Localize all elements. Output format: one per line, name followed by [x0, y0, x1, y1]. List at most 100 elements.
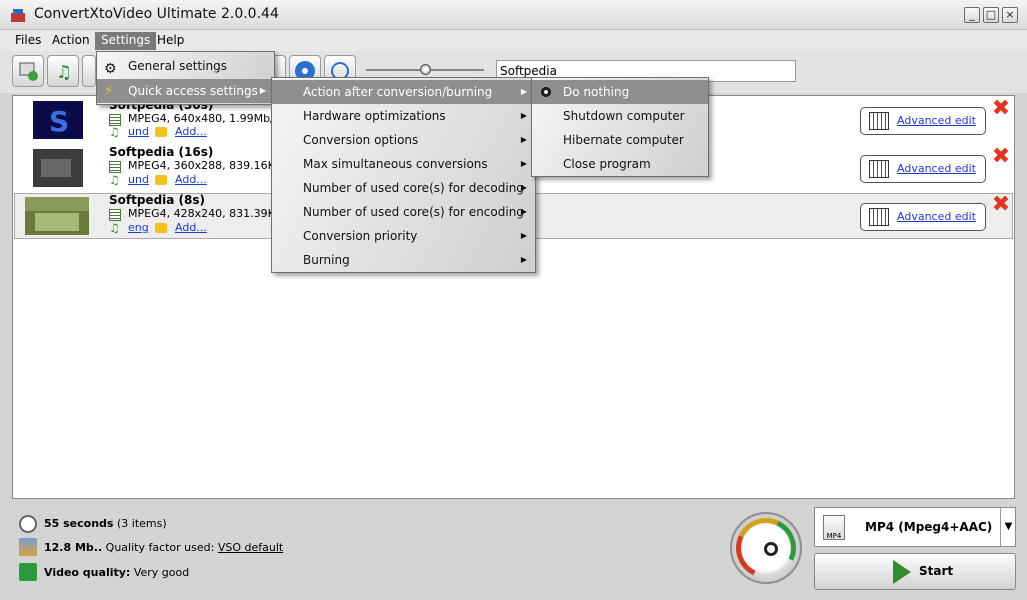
add-subtitle-link[interactable]: Add...: [175, 173, 207, 186]
delete-icon[interactable]: ✖: [990, 194, 1012, 217]
settings-menu: ⚙ General settings ⚡ Quick access settin…: [96, 51, 275, 105]
add-video-icon: [19, 62, 38, 81]
delete-icon[interactable]: ✖: [990, 98, 1012, 121]
quality-factor-link[interactable]: VSO default: [218, 541, 283, 554]
advanced-edit-button[interactable]: Advanced edit: [860, 155, 986, 183]
delete-icon[interactable]: ✖: [990, 146, 1012, 169]
total-duration: 55 seconds: [44, 517, 114, 530]
video-thumbnail: [33, 149, 83, 187]
audio-stream-icon: ♫: [109, 173, 120, 187]
add-audio-icon: ♫: [56, 62, 72, 83]
submenu-arrow-icon: ▶: [520, 159, 527, 168]
menu-item-hibernate-computer[interactable]: Hibernate computer: [532, 128, 708, 152]
file-info: MPEG4, 428x240, 831.39Kb/s: [128, 207, 292, 220]
add-subtitle-link[interactable]: Add...: [175, 125, 207, 138]
add-video-button[interactable]: [12, 55, 44, 87]
advanced-edit-button[interactable]: Advanced edit: [860, 203, 986, 231]
window-title: ConvertXtoVideo Ultimate 2.0.0.44: [34, 6, 279, 22]
advanced-edit-label: Advanced edit: [897, 162, 976, 175]
quality-gauge-needle: [764, 542, 778, 556]
advanced-edit-button[interactable]: Advanced edit: [860, 107, 986, 135]
menu-item-cores-encoding[interactable]: Number of used core(s) for encoding ▶: [272, 200, 535, 224]
file-info: MPEG4, 640x480, 1.99Mb/s,: [128, 112, 283, 125]
film-edit-icon: [869, 160, 889, 178]
maximize-button[interactable]: □: [983, 7, 999, 23]
mp4-file-icon: MP4: [823, 515, 845, 540]
lightning-icon: ⚡: [104, 83, 114, 99]
video-stream-icon: [109, 209, 121, 221]
menu-item-max-simultaneous-conversions[interactable]: Max simultaneous conversions ▶: [272, 152, 535, 176]
film-edit-icon: [869, 112, 889, 130]
audio-stream-icon: ♫: [109, 221, 120, 235]
start-button[interactable]: Start: [814, 553, 1016, 590]
output-profile-select[interactable]: MP4 MP4 (Mpeg4+AAC) ▼: [814, 507, 1016, 547]
submenu-arrow-icon: ▶: [520, 207, 527, 216]
submenu-arrow-icon: ▶: [520, 87, 527, 96]
advanced-edit-label: Advanced edit: [897, 210, 976, 223]
output-profile-label: MP4 (Mpeg4+AAC): [865, 520, 993, 534]
zoom-slider-thumb[interactable]: [420, 64, 431, 75]
video-thumbnail: [25, 197, 89, 235]
menu-files[interactable]: Files: [9, 32, 47, 50]
output-size: 12.8 Mb..: [44, 541, 103, 554]
size-icon: [19, 538, 37, 556]
minimize-button[interactable]: _: [964, 7, 980, 23]
audio-language-link[interactable]: und: [128, 173, 149, 186]
audio-language-link[interactable]: eng: [128, 221, 149, 234]
menu-help[interactable]: Help: [151, 32, 190, 50]
svg-text:S: S: [49, 105, 69, 138]
menu-item-cores-decoding[interactable]: Number of used core(s) for decoding ▶: [272, 176, 535, 200]
video-thumbnail: S: [33, 101, 83, 139]
subtitle-icon: [155, 223, 167, 233]
audio-stream-icon: ♫: [109, 125, 120, 139]
file-info: MPEG4, 360x288, 839.16Kb/s: [128, 159, 292, 172]
video-quality-icon: [19, 563, 37, 581]
quality-factor-label: Quality factor used:: [105, 541, 215, 554]
quality-line: Video quality: Very good: [44, 566, 189, 579]
submenu-arrow-icon: ▶: [520, 183, 527, 192]
size-line: 12.8 Mb.. Quality factor used: VSO defau…: [44, 541, 283, 554]
video-quality-value: Very good: [133, 566, 190, 579]
subtitle-icon: [155, 175, 167, 185]
add-audio-button[interactable]: ♫: [47, 55, 79, 87]
submenu-arrow-icon: ▶: [520, 111, 527, 120]
close-button[interactable]: ×: [1002, 7, 1018, 23]
submenu-arrow-icon: ▶: [520, 255, 527, 264]
menu-item-burning[interactable]: Burning ▶: [272, 248, 535, 272]
menu-action[interactable]: Action: [46, 32, 96, 50]
film-edit-icon: [869, 208, 889, 226]
radio-selected-icon: [541, 87, 551, 97]
wrench-icon: ⚙: [104, 61, 117, 77]
file-name: Softpedia (8s): [109, 193, 206, 207]
item-count: (3 items): [116, 517, 167, 530]
video-quality-label: Video quality:: [44, 566, 131, 579]
video-stream-icon: [109, 161, 121, 173]
action-after-conversion-menu: Do nothing Shutdown computer Hibernate c…: [531, 77, 709, 177]
advanced-edit-label: Advanced edit: [897, 114, 976, 127]
toolbar-button[interactable]: [82, 55, 96, 87]
menu-item-conversion-priority[interactable]: Conversion priority ▶: [272, 224, 535, 248]
menu-item-do-nothing[interactable]: Do nothing: [532, 80, 708, 104]
submenu-arrow-icon: ▶: [259, 86, 266, 95]
submenu-arrow-icon: ▶: [520, 135, 527, 144]
app-icon: [9, 7, 27, 23]
menu-settings[interactable]: Settings: [95, 32, 157, 50]
quick-access-menu: Action after conversion/burning ▶ Hardwa…: [271, 77, 536, 273]
audio-language-link[interactable]: und: [128, 125, 149, 138]
chevron-down-icon[interactable]: ▼: [1000, 508, 1016, 546]
duration-line: 55 seconds (3 items): [44, 517, 167, 530]
menu-item-conversion-options[interactable]: Conversion options ▶: [272, 128, 535, 152]
menu-item-action-after-conversion[interactable]: Action after conversion/burning ▶: [272, 80, 535, 104]
submenu-arrow-icon: ▶: [520, 231, 527, 240]
clock-icon: [19, 515, 37, 533]
start-label: Start: [919, 564, 954, 578]
menu-item-hardware-optimizations[interactable]: Hardware optimizations ▶: [272, 104, 535, 128]
file-name: Softpedia (16s): [109, 145, 214, 159]
menu-item-close-program[interactable]: Close program: [532, 152, 708, 176]
menu-item-general-settings[interactable]: ⚙ General settings: [97, 54, 274, 78]
menu-item-quick-access-settings[interactable]: ⚡ Quick access settings ▶: [97, 79, 274, 103]
add-subtitle-link[interactable]: Add...: [175, 221, 207, 234]
svg-text:♫: ♫: [56, 62, 72, 83]
play-icon: [893, 560, 911, 584]
menu-item-shutdown-computer[interactable]: Shutdown computer: [532, 104, 708, 128]
